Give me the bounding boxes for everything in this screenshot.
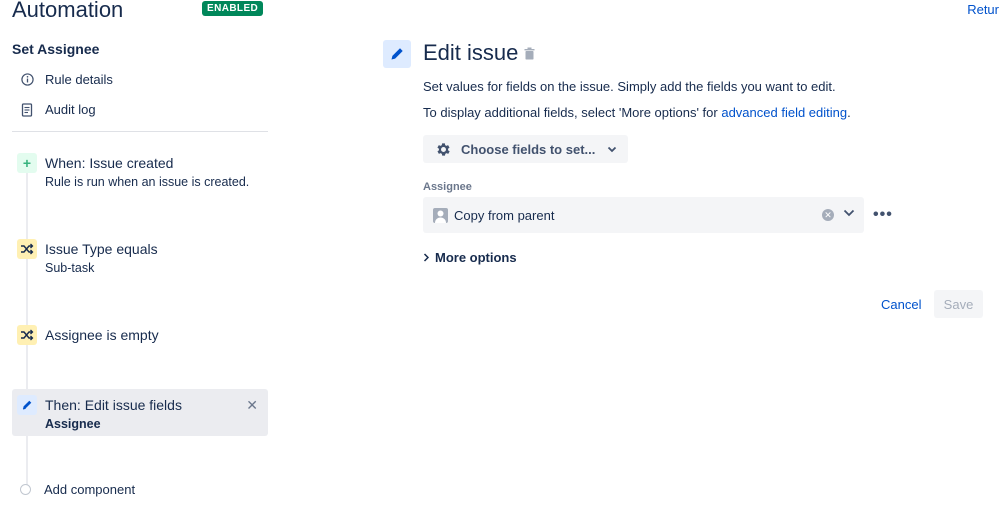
plus-icon: + — [17, 153, 37, 173]
action-edit-issue-fields[interactable]: Then: Edit issue fields Assignee ✕ — [12, 389, 268, 436]
return-link[interactable]: Retur — [967, 2, 999, 17]
main-title-text: Edit issue — [423, 40, 519, 65]
more-options-toggle[interactable]: More options — [423, 250, 517, 265]
document-icon — [20, 102, 34, 117]
sidebar-item-rule-details[interactable]: Rule details — [20, 72, 113, 87]
gear-icon — [435, 141, 452, 158]
edit-issue-title: Edit issue — [423, 40, 535, 66]
description-text: To display additional fields, select 'Mo… — [423, 105, 722, 120]
condition-issue-type-equals[interactable]: Issue Type equals Sub-task — [12, 233, 268, 283]
chevron-down-icon — [607, 146, 617, 153]
shuffle-icon — [17, 239, 37, 259]
choose-fields-label: Choose fields to set... — [461, 141, 596, 157]
clear-icon[interactable]: ✕ — [822, 209, 834, 221]
assignee-value: Copy from parent — [454, 207, 555, 223]
close-icon[interactable]: ✕ — [246, 397, 258, 414]
cancel-button[interactable]: Cancel — [873, 290, 929, 318]
divider — [12, 131, 268, 132]
chevron-down-icon[interactable] — [843, 209, 855, 217]
pencil-icon — [383, 40, 411, 68]
step-subtitle: Assignee — [45, 417, 101, 431]
trigger-issue-created[interactable]: + When: Issue created Rule is run when a… — [12, 147, 268, 197]
shuffle-icon — [17, 325, 37, 345]
circle-icon — [20, 484, 31, 495]
advanced-field-editing-link[interactable]: advanced field editing — [721, 105, 847, 120]
step-title: Issue Type equals — [45, 241, 158, 257]
add-component-label: Add component — [44, 482, 136, 497]
trash-icon[interactable] — [524, 47, 535, 60]
save-button[interactable]: Save — [934, 290, 983, 318]
description-suffix: . — [847, 105, 851, 120]
sidebar-item-audit-log[interactable]: Audit log — [20, 102, 96, 117]
status-badge: ENABLED — [202, 1, 264, 16]
more-options-label: More options — [435, 250, 517, 265]
step-title: Then: Edit issue fields — [45, 397, 182, 413]
step-subtitle: Sub-task — [45, 261, 95, 275]
rule-name: Set Assignee — [12, 41, 100, 57]
info-icon — [20, 73, 34, 87]
choose-fields-button[interactable]: Choose fields to set... — [423, 135, 628, 163]
assignee-select[interactable]: Copy from parent ✕ — [423, 197, 864, 233]
description-line-1: Set values for fields on the issue. Simp… — [423, 79, 836, 94]
condition-assignee-is-empty[interactable]: Assignee is empty — [12, 319, 268, 351]
sidebar-item-label: Rule details — [45, 72, 113, 87]
assignee-field-label: Assignee — [423, 181, 472, 193]
chevron-right-icon — [423, 253, 429, 262]
description-line-2: To display additional fields, select 'Mo… — [423, 105, 851, 120]
step-title: When: Issue created — [45, 155, 174, 171]
sidebar-item-label: Audit log — [45, 102, 96, 117]
step-subtitle: Rule is run when an issue is created. — [45, 175, 250, 189]
more-actions-icon[interactable]: ••• — [873, 206, 893, 224]
add-component-button[interactable]: Add component — [20, 482, 135, 497]
avatar — [433, 207, 448, 223]
step-title: Assignee is empty — [45, 327, 159, 343]
page-title: Automation — [12, 0, 124, 22]
pencil-icon — [17, 395, 37, 415]
